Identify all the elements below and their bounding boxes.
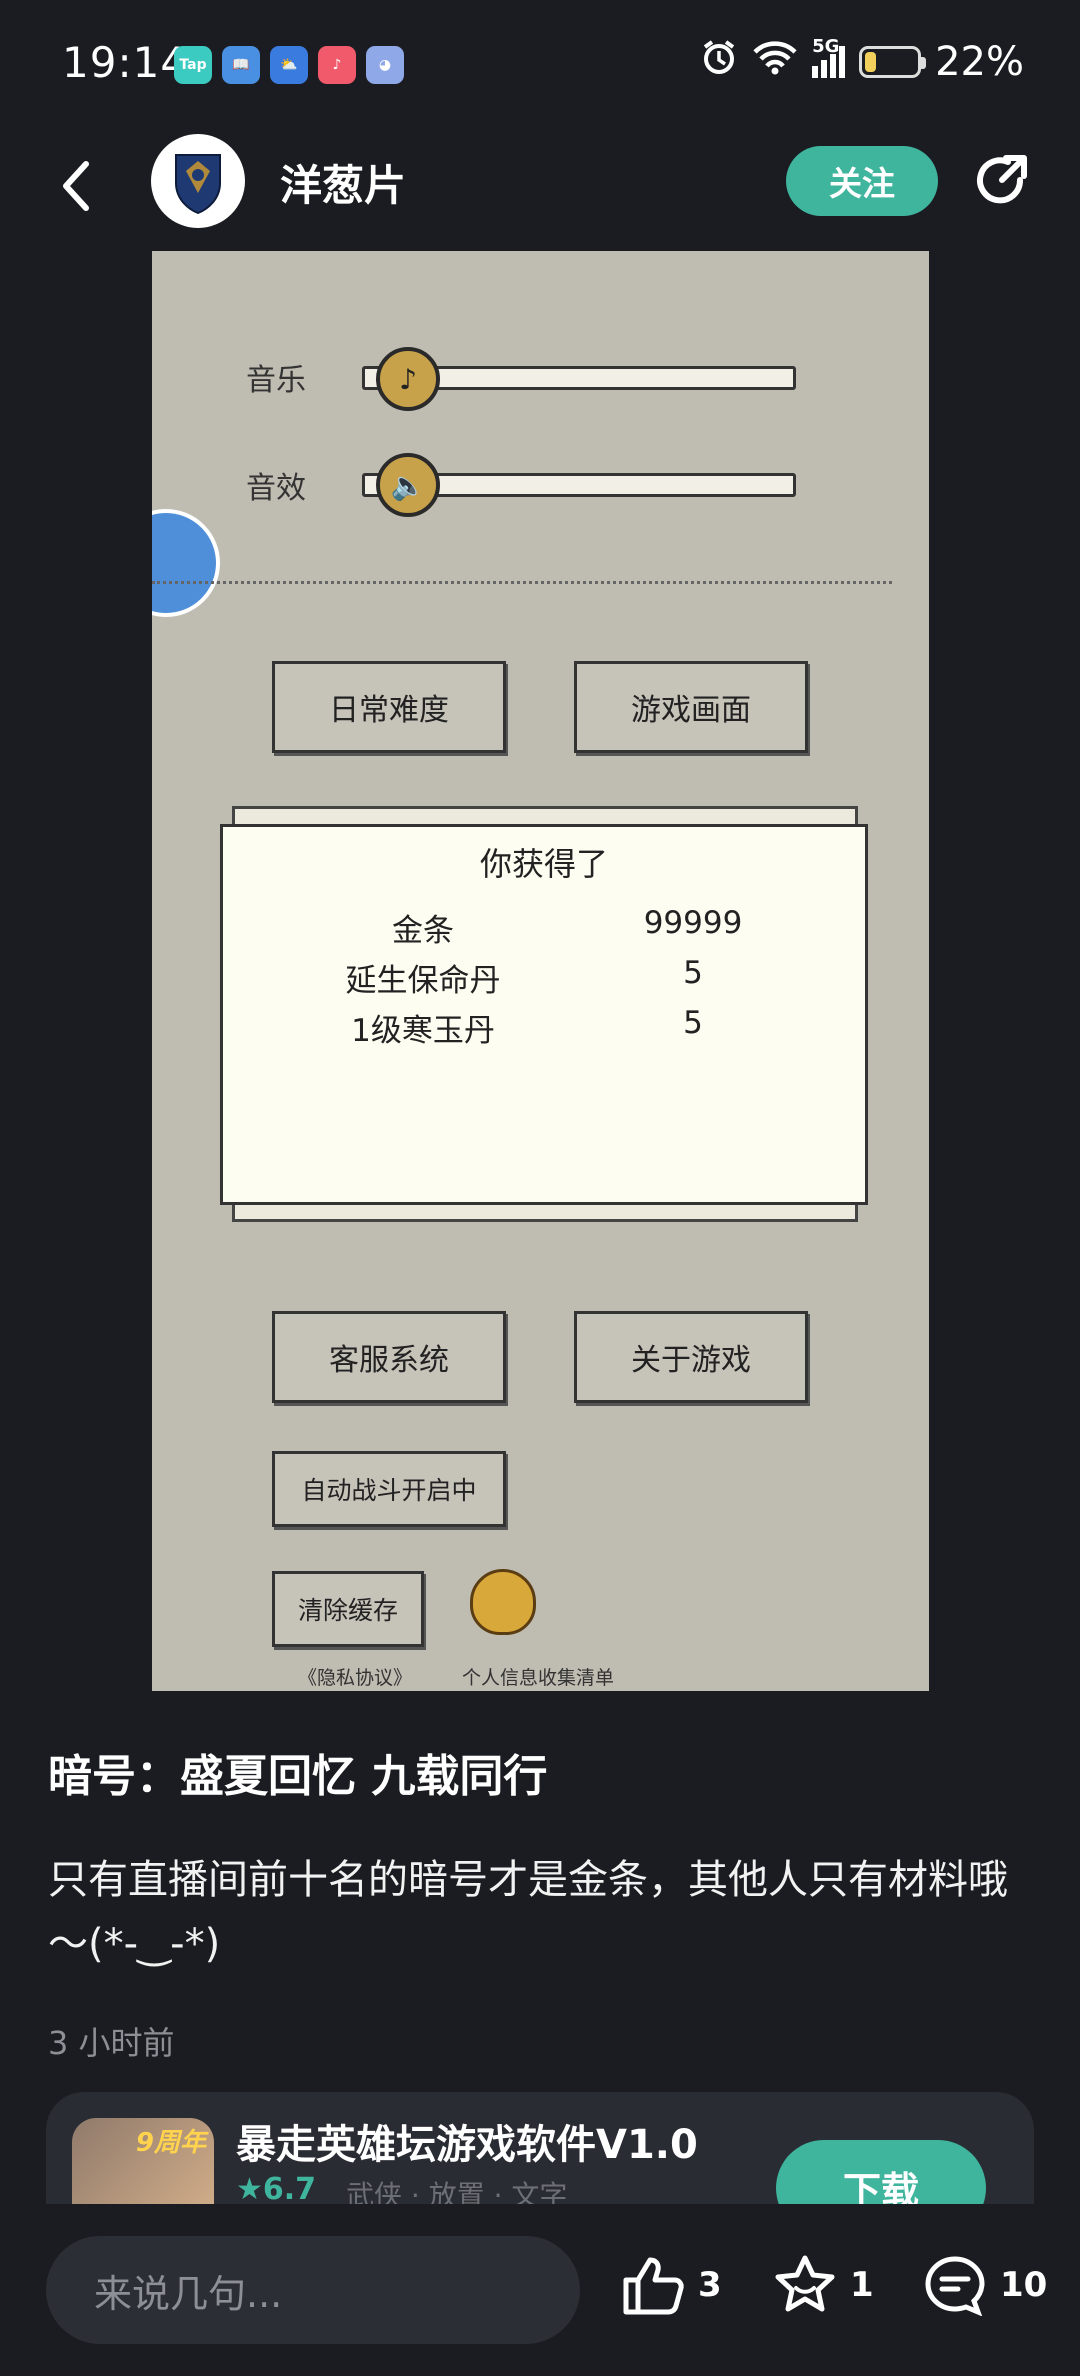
daily-difficulty-button: 日常难度 xyxy=(272,661,506,753)
comment-input[interactable]: 来说几句... xyxy=(46,2236,580,2344)
weather-icon: ⛅ xyxy=(270,46,308,84)
clock: 19:14 xyxy=(62,38,189,87)
network-type: 5G xyxy=(812,36,840,57)
avatar[interactable] xyxy=(151,134,245,228)
comment-bubble-icon xyxy=(925,2256,985,2316)
reward-value: 5 xyxy=(683,1005,703,1041)
money-bag-icon xyxy=(470,1569,536,1635)
about-game-button: 关于游戏 xyxy=(574,1311,808,1403)
share-button[interactable] xyxy=(970,150,1034,218)
graphics-button: 游戏画面 xyxy=(574,661,808,753)
auto-battle-button: 自动战斗开启中 xyxy=(272,1451,506,1527)
follow-button[interactable]: 关注 xyxy=(786,146,938,216)
reward-name: 1级寒玉丹 xyxy=(351,1013,495,1049)
customer-service-button: 客服系统 xyxy=(272,1311,506,1403)
reward-row: 1级寒玉丹 5 xyxy=(223,1005,865,1055)
favorite-count: 1 xyxy=(850,2265,874,2305)
bottom-action-bar: 来说几句... 3 1 10 xyxy=(0,2204,1080,2376)
battery-icon xyxy=(859,46,927,78)
app-tags: 武侠 · 放置 · 文字 xyxy=(346,2179,568,2204)
ghost-app-icon: ◕ xyxy=(366,46,404,84)
comment-count: 10 xyxy=(1000,2265,1048,2305)
music-label: 音乐 xyxy=(246,363,306,398)
music-icon: ♪ xyxy=(318,46,356,84)
post-body: 只有直播间前十名的暗号才是金条，其他人只有材料哦～(*-‿-*) xyxy=(48,1857,1008,1967)
privacy-link: 《隐私协议》 xyxy=(298,1667,413,1689)
app-card[interactable]: 9周年 暴走英雄坛游戏软件V1.0 ★6.7 武侠 · 放置 · 文字 下载 xyxy=(46,2092,1034,2204)
reward-row: 延生保命丹 5 xyxy=(223,955,865,1005)
reward-name: 延生保命丹 xyxy=(345,963,501,999)
thumbs-up-icon xyxy=(623,2257,684,2315)
post-image[interactable]: 音乐 ♪ 音效 🔈 日常难度 游戏画面 你获得了 金条 99999 延生保命丹 5 1级… xyxy=(152,251,929,1691)
anniversary-badge: 9周年 xyxy=(135,2128,206,2158)
reward-value: 99999 xyxy=(643,905,743,941)
divider xyxy=(152,581,892,584)
popup-title: 你获得了 xyxy=(479,845,608,883)
app-rating: ★6.7 xyxy=(236,2172,317,2204)
clear-cache-button: 清除缓存 xyxy=(272,1571,424,1647)
system-indicators: 5G 22% xyxy=(700,36,1024,86)
status-bar: 19:14 Tap 📖 ⛅ ♪ ◕ 5G 22% xyxy=(0,0,1080,130)
like-count: 3 xyxy=(698,2265,722,2305)
music-note-icon: ♪ xyxy=(376,347,440,411)
post-title: 暗号：盛夏回忆 九载同行 xyxy=(48,1751,548,1802)
sfx-label: 音效 xyxy=(246,471,306,506)
like-button[interactable]: 3 xyxy=(620,2254,722,2316)
speaker-icon: 🔈 xyxy=(376,453,440,517)
taptap-icon: Tap xyxy=(174,46,212,84)
crest-avatar-icon xyxy=(175,154,221,215)
download-button[interactable]: 下载 xyxy=(776,2140,986,2204)
post-time: 3 小时前 xyxy=(48,2024,175,2062)
favorite-button[interactable]: 1 xyxy=(772,2254,874,2316)
app-name: 暴走英雄坛游戏软件V1.0 xyxy=(236,2122,698,2168)
back-button[interactable] xyxy=(52,154,102,222)
magnifier-float-icon xyxy=(152,509,220,617)
battery-percent: 22% xyxy=(935,39,1024,85)
alarm-icon xyxy=(700,38,738,86)
reward-name: 金条 xyxy=(392,913,454,949)
username[interactable]: 洋葱片 xyxy=(280,152,406,213)
reward-value: 5 xyxy=(683,955,703,991)
reward-row: 金条 99999 xyxy=(223,905,865,955)
star-icon xyxy=(775,2255,835,2312)
share-icon xyxy=(977,155,1027,204)
comment-button[interactable]: 10 xyxy=(922,2254,1047,2316)
wifi-icon xyxy=(752,39,798,85)
notification-icons: Tap 📖 ⛅ ♪ ◕ xyxy=(174,46,404,84)
post-header: 洋葱片 关注 xyxy=(0,130,1080,250)
info-list-link: 个人信息收集清单 xyxy=(462,1667,615,1689)
chevron-left-icon xyxy=(63,161,89,211)
reward-popup: 你获得了 金条 99999 延生保命丹 5 1级寒玉丹 5 xyxy=(220,824,868,1205)
book-icon: 📖 xyxy=(222,46,260,84)
app-icon: 9周年 xyxy=(72,2118,214,2204)
signal-icon: 5G xyxy=(812,36,846,78)
